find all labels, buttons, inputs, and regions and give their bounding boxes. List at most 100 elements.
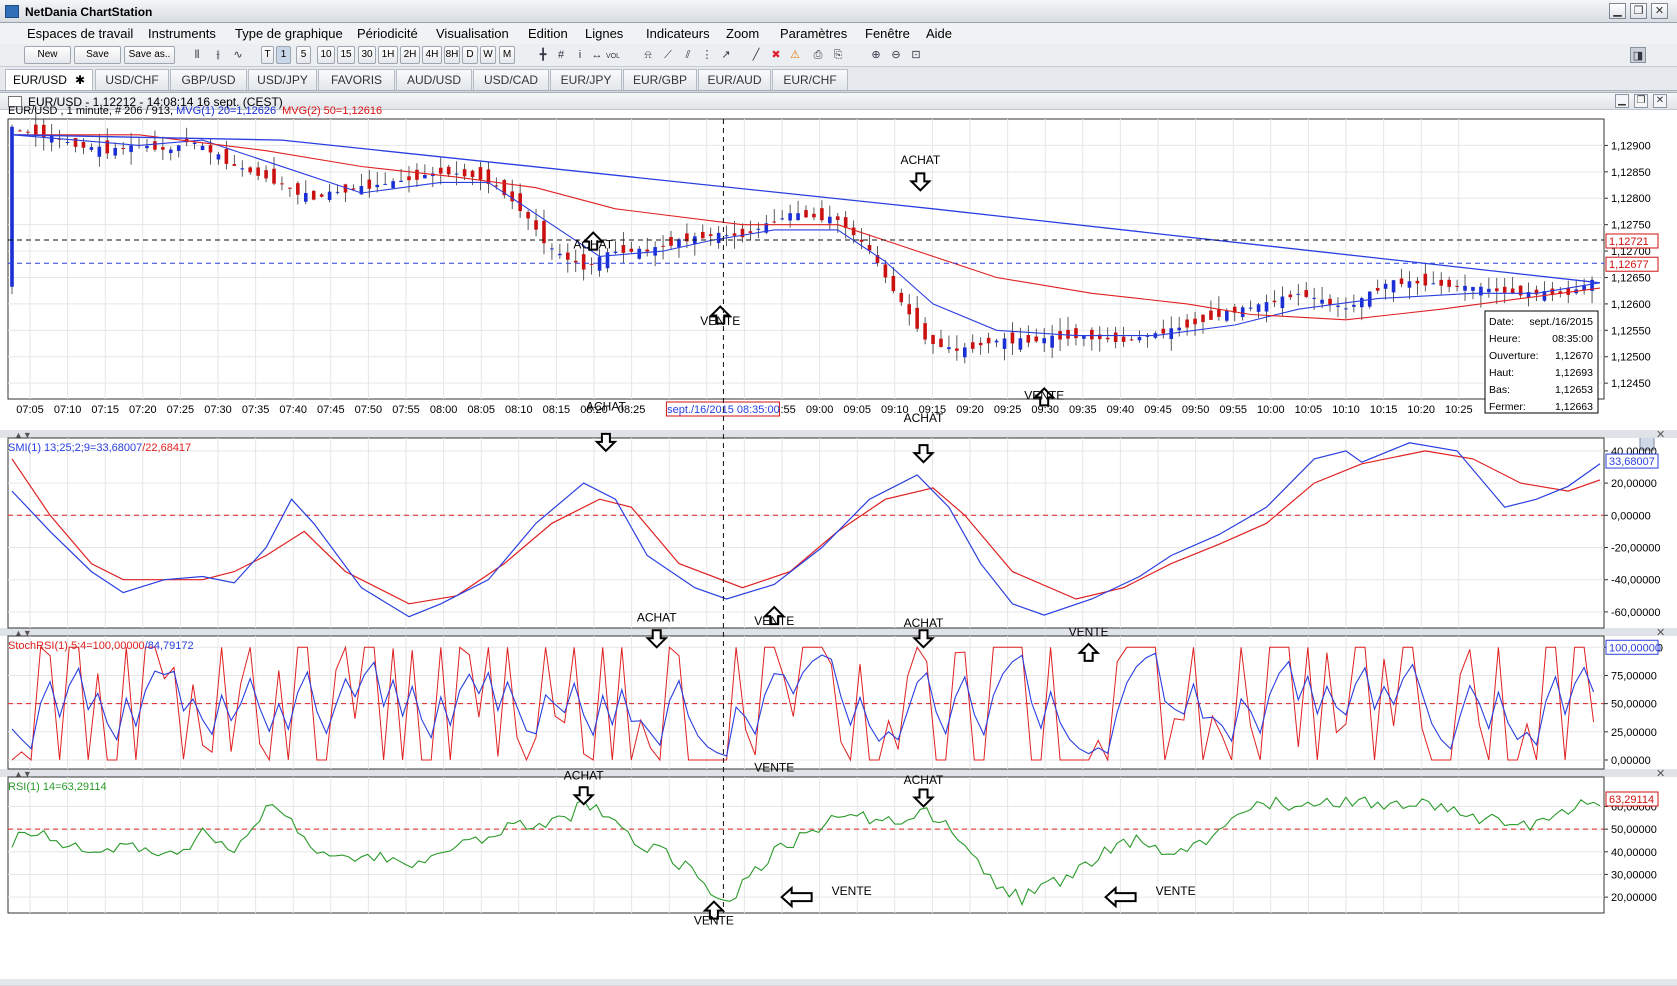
period-button-8H[interactable]: 8H [444,46,460,64]
tab-gbp-usd[interactable]: GBP/USD [170,69,247,90]
period-button-5[interactable]: 5 [296,46,311,64]
y-tick-label: 1,12600 [1611,299,1651,311]
tab-usd-chf[interactable]: USD/CHF [95,69,169,90]
channel-icon[interactable]: ⫽ [680,47,696,63]
panel-splitter[interactable] [0,430,1677,438]
candle-body [446,166,451,175]
menu-item-5[interactable]: Edition [528,26,568,41]
window-title: NetDania ChartStation [25,5,153,19]
info-icon[interactable]: i [572,47,588,63]
tab-pin-icon[interactable]: ✱ [75,73,85,87]
period-button-30[interactable]: 30 [358,46,376,64]
trendline-icon[interactable]: ⟋ [660,47,676,63]
candle-body [129,145,133,153]
smi-legend: SMI(1) 13;25;2;9=33,68007/22,68417 [8,442,191,454]
x-tick-label: 09:25 [994,404,1022,416]
tab-eur-usd[interactable]: EUR/USD ✱ [5,69,93,90]
panel-splitter[interactable] [0,628,1677,636]
tab-favoris[interactable]: FAVORIS [318,69,395,90]
period-button-M[interactable]: M [499,46,515,64]
period-button-4H[interactable]: 4H [422,46,442,64]
alert-icon[interactable]: ⚠ [787,47,803,63]
period-button-W[interactable]: W [480,46,496,64]
minimize-icon[interactable]: ▁ [1609,3,1626,19]
tab-eur-gbp[interactable]: EUR/GBP [623,69,697,90]
candle-body [581,254,586,270]
menu-item-7[interactable]: Indicateurs [646,26,710,41]
stochrsi-panel-frame [7,635,1605,770]
annotation-label: VENTE [1156,884,1196,898]
candle-body [534,220,538,230]
panel-close-icon[interactable]: ✕ [1656,627,1665,639]
menu-item-6[interactable]: Lignes [585,26,623,41]
menu-item-1[interactable]: Instruments [148,26,216,41]
delete-icon[interactable]: ✖ [768,47,784,63]
y-tick-label: 30,00000 [1611,869,1657,881]
line-draw-icon[interactable]: ╱ [748,47,764,63]
panel-close-icon[interactable]: ✕ [1656,768,1665,780]
period-button-15[interactable]: 15 [337,46,355,64]
save-as-button[interactable]: Save as.. [124,46,175,64]
menu-item-9[interactable]: Paramètres [780,26,847,41]
fit-icon[interactable]: ⊡ [908,47,924,63]
period-button-2H[interactable]: 2H [400,46,420,64]
tab-aud-usd[interactable]: AUD/USD [396,69,472,90]
panel-toggle-icon[interactable]: ◨ [1630,47,1646,63]
tab-usd-cad[interactable]: USD/CAD [473,69,549,90]
menu-item-8[interactable]: Zoom [726,26,759,41]
zoom-out-icon[interactable]: ⊖ [888,47,904,63]
new-button[interactable]: New [24,46,71,64]
maximize-icon[interactable]: ❐ [1630,3,1647,19]
candle-body [1121,336,1126,342]
bar-chart-icon[interactable]: ⫴ [189,47,205,63]
tab-eur-chf[interactable]: EUR/CHF [772,69,848,90]
x-tick-label: 10:15 [1370,404,1398,416]
period-button-T[interactable]: T [261,46,274,64]
period-button-1[interactable]: 1 [276,46,291,64]
candle-chart-icon[interactable]: ⫲ [210,47,226,63]
close-icon[interactable]: ✕ [1651,3,1668,19]
menu-item-11[interactable]: Aide [926,26,952,41]
tooltip-key: Date: [1489,316,1514,328]
candle-body [1240,307,1245,318]
x-tick-label: 09:00 [806,404,834,416]
crosshair-icon[interactable]: ╋ [535,47,551,63]
scale-icon[interactable]: ↔ [589,47,605,63]
menu-item-0[interactable]: Espaces de travail [27,26,133,41]
tab-usd-jpy[interactable]: USD/JPY [248,69,317,90]
menu-item-3[interactable]: Périodicité [357,26,418,41]
annotation-label: VENTE [694,913,734,927]
menu-item-10[interactable]: Fenêtre [865,26,910,41]
preview-icon[interactable]: ⎘ [830,47,846,63]
panel-splitter[interactable] [0,769,1677,777]
line-chart-icon[interactable]: ∿ [230,47,246,63]
fibonacci-icon[interactable]: ⋮ [699,47,715,63]
candle-body [478,167,483,180]
save-button[interactable]: Save [74,46,121,64]
menu-item-4[interactable]: Visualisation [436,26,509,41]
period-button-10[interactable]: 10 [317,46,335,64]
candle-body [1256,304,1261,312]
price-legend: EUR/USD , 1 minute, # 206 / 913, MVG(1) … [8,105,382,117]
candle-body [1050,335,1054,348]
print-icon[interactable]: ⎙ [810,47,826,63]
period-button-D[interactable]: D [462,46,478,64]
candle-body [970,342,975,349]
candle-body [121,147,125,149]
candle-body [1463,285,1467,291]
tab-eur-jpy[interactable]: EUR/JPY [550,69,622,90]
candle-body [1248,307,1253,309]
chart-svg[interactable]: 1,129001,128501,128001,127501,127001,126… [0,93,1677,986]
panel-close-icon[interactable]: ✕ [1656,429,1665,441]
menu-item-2[interactable]: Type de graphique [235,26,343,41]
annotation-label: VENTE [700,314,740,328]
bell-icon[interactable]: ⍾ [640,47,656,63]
zoom-in-icon[interactable]: ⊕ [868,47,884,63]
candle-body [1161,328,1166,334]
candle-body [26,131,30,133]
tab-eur-aud[interactable]: EUR/AUD [698,69,771,90]
cursor-icon[interactable]: ↗ [718,47,734,63]
period-button-1H[interactable]: 1H [378,46,398,64]
grid-icon[interactable]: # [553,47,569,63]
volume-icon[interactable]: VOL [605,47,621,63]
